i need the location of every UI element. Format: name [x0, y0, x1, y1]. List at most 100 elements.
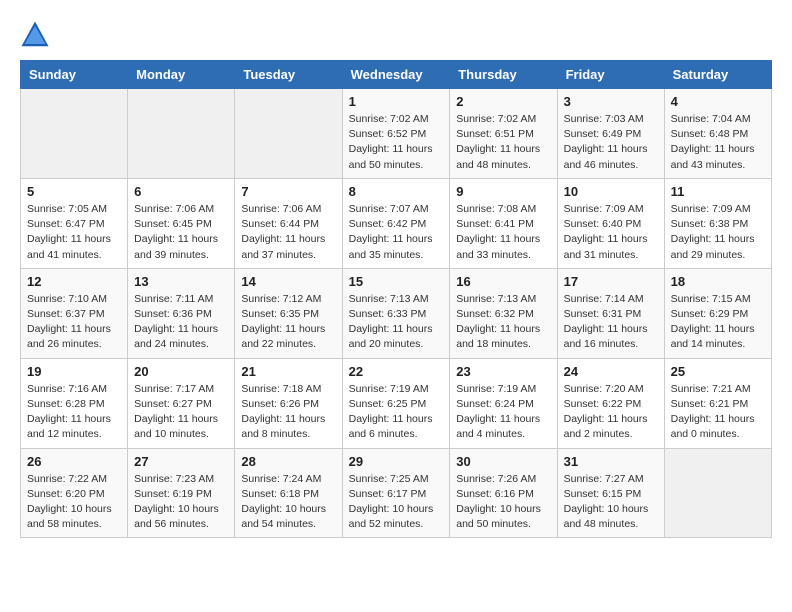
calendar-cell: 7 Sunrise: 7:06 AM Sunset: 6:44 PM Daylig…: [235, 178, 342, 268]
day-info: Sunrise: 7:03 AM Sunset: 6:49 PM Dayligh…: [564, 112, 658, 173]
calendar-cell: 16Sunrise: 7:13 AM Sunset: 6:32 PM Dayli…: [450, 268, 557, 358]
calendar-cell: 30Sunrise: 7:26 AM Sunset: 6:16 PM Dayli…: [450, 448, 557, 538]
calendar-header-row: SundayMondayTuesdayWednesdayThursdayFrid…: [21, 61, 772, 89]
calendar-cell: 12 Sunrise: 7:10 AM Sunset: 6:37 PM Dayli…: [21, 268, 128, 358]
day-info: Sunrise: 7:02 AM Sunset: 6:51 PM Dayligh…: [456, 112, 550, 173]
calendar-cell: 28 Sunrise: 7:24 AM Sunset: 6:18 PM Dayli…: [235, 448, 342, 538]
weekday-header: Wednesday: [342, 61, 450, 89]
day-info: Sunrise: 7:19 AM Sunset: 6:25 PM Dayligh…: [349, 382, 444, 443]
day-number: 14: [241, 274, 335, 289]
calendar-cell: 23 Sunrise: 7:19 AM Sunset: 6:24 PM Dayli…: [450, 358, 557, 448]
calendar-cell: 17 Sunrise: 7:14 AM Sunset: 6:31 PM Dayli…: [557, 268, 664, 358]
calendar-cell: 24 Sunrise: 7:20 AM Sunset: 6:22 PM Dayli…: [557, 358, 664, 448]
day-info: Sunrise: 7:09 AM Sunset: 6:40 PM Dayligh…: [564, 202, 658, 263]
calendar-cell: 31 Sunrise: 7:27 AM Sunset: 6:15 PM Dayli…: [557, 448, 664, 538]
calendar-cell: 10 Sunrise: 7:09 AM Sunset: 6:40 PM Dayli…: [557, 178, 664, 268]
calendar-cell: 6 Sunrise: 7:06 AM Sunset: 6:45 PM Daylig…: [128, 178, 235, 268]
weekday-header: Friday: [557, 61, 664, 89]
calendar-cell: 26 Sunrise: 7:22 AM Sunset: 6:20 PM Dayli…: [21, 448, 128, 538]
weekday-header: Sunday: [21, 61, 128, 89]
day-number: 7: [241, 184, 335, 199]
weekday-header: Tuesday: [235, 61, 342, 89]
day-info: Sunrise: 7:10 AM Sunset: 6:37 PM Dayligh…: [27, 292, 121, 353]
day-number: 4: [671, 94, 765, 109]
day-info: Sunrise: 7:07 AM Sunset: 6:42 PM Dayligh…: [349, 202, 444, 263]
calendar-week-row: 26 Sunrise: 7:22 AM Sunset: 6:20 PM Dayli…: [21, 448, 772, 538]
day-info: Sunrise: 7:15 AM Sunset: 6:29 PM Dayligh…: [671, 292, 765, 353]
day-info: Sunrise: 7:14 AM Sunset: 6:31 PM Dayligh…: [564, 292, 658, 353]
calendar-cell: 13 Sunrise: 7:11 AM Sunset: 6:36 PM Dayli…: [128, 268, 235, 358]
day-info: Sunrise: 7:16 AM Sunset: 6:28 PM Dayligh…: [27, 382, 121, 443]
calendar-cell: 22 Sunrise: 7:19 AM Sunset: 6:25 PM Dayli…: [342, 358, 450, 448]
day-number: 24: [564, 364, 658, 379]
calendar-cell: 4 Sunrise: 7:04 AM Sunset: 6:48 PM Daylig…: [664, 89, 771, 179]
calendar-cell: 8 Sunrise: 7:07 AM Sunset: 6:42 PM Daylig…: [342, 178, 450, 268]
day-number: 22: [349, 364, 444, 379]
day-info: Sunrise: 7:25 AM Sunset: 6:17 PM Dayligh…: [349, 472, 444, 533]
day-info: Sunrise: 7:06 AM Sunset: 6:44 PM Dayligh…: [241, 202, 335, 263]
calendar-cell: 14 Sunrise: 7:12 AM Sunset: 6:35 PM Dayli…: [235, 268, 342, 358]
calendar-cell: [21, 89, 128, 179]
day-number: 26: [27, 454, 121, 469]
calendar-cell: 25 Sunrise: 7:21 AM Sunset: 6:21 PM Dayli…: [664, 358, 771, 448]
day-number: 28: [241, 454, 335, 469]
calendar-week-row: 19Sunrise: 7:16 AM Sunset: 6:28 PM Dayli…: [21, 358, 772, 448]
day-info: Sunrise: 7:13 AM Sunset: 6:33 PM Dayligh…: [349, 292, 444, 353]
day-number: 23: [456, 364, 550, 379]
calendar-cell: 29 Sunrise: 7:25 AM Sunset: 6:17 PM Dayli…: [342, 448, 450, 538]
weekday-header: Saturday: [664, 61, 771, 89]
day-number: 8: [349, 184, 444, 199]
day-info: Sunrise: 7:27 AM Sunset: 6:15 PM Dayligh…: [564, 472, 658, 533]
calendar-cell: 9 Sunrise: 7:08 AM Sunset: 6:41 PM Daylig…: [450, 178, 557, 268]
day-info: Sunrise: 7:26 AM Sunset: 6:16 PM Dayligh…: [456, 472, 550, 533]
day-info: Sunrise: 7:21 AM Sunset: 6:21 PM Dayligh…: [671, 382, 765, 443]
day-info: Sunrise: 7:06 AM Sunset: 6:45 PM Dayligh…: [134, 202, 228, 263]
day-info: Sunrise: 7:02 AM Sunset: 6:52 PM Dayligh…: [349, 112, 444, 173]
calendar-table: SundayMondayTuesdayWednesdayThursdayFrid…: [20, 60, 772, 538]
calendar-cell: [128, 89, 235, 179]
day-info: Sunrise: 7:19 AM Sunset: 6:24 PM Dayligh…: [456, 382, 550, 443]
day-number: 12: [27, 274, 121, 289]
day-number: 17: [564, 274, 658, 289]
day-number: 18: [671, 274, 765, 289]
day-number: 10: [564, 184, 658, 199]
day-number: 9: [456, 184, 550, 199]
day-info: Sunrise: 7:17 AM Sunset: 6:27 PM Dayligh…: [134, 382, 228, 443]
day-number: 27: [134, 454, 228, 469]
logo-icon: [20, 20, 50, 50]
day-number: 15: [349, 274, 444, 289]
calendar-cell: [664, 448, 771, 538]
day-number: 31: [564, 454, 658, 469]
day-number: 2: [456, 94, 550, 109]
day-info: Sunrise: 7:08 AM Sunset: 6:41 PM Dayligh…: [456, 202, 550, 263]
day-number: 13: [134, 274, 228, 289]
calendar-cell: 5Sunrise: 7:05 AM Sunset: 6:47 PM Daylig…: [21, 178, 128, 268]
weekday-header: Monday: [128, 61, 235, 89]
calendar-cell: 1Sunrise: 7:02 AM Sunset: 6:52 PM Daylig…: [342, 89, 450, 179]
day-number: 6: [134, 184, 228, 199]
calendar-cell: 11 Sunrise: 7:09 AM Sunset: 6:38 PM Dayli…: [664, 178, 771, 268]
weekday-header: Thursday: [450, 61, 557, 89]
page-header: [20, 20, 772, 50]
day-number: 29: [349, 454, 444, 469]
calendar-cell: 20 Sunrise: 7:17 AM Sunset: 6:27 PM Dayli…: [128, 358, 235, 448]
logo: [20, 20, 54, 50]
day-info: Sunrise: 7:18 AM Sunset: 6:26 PM Dayligh…: [241, 382, 335, 443]
day-number: 11: [671, 184, 765, 199]
calendar-cell: 18 Sunrise: 7:15 AM Sunset: 6:29 PM Dayli…: [664, 268, 771, 358]
day-number: 25: [671, 364, 765, 379]
day-info: Sunrise: 7:04 AM Sunset: 6:48 PM Dayligh…: [671, 112, 765, 173]
day-info: Sunrise: 7:09 AM Sunset: 6:38 PM Dayligh…: [671, 202, 765, 263]
day-number: 20: [134, 364, 228, 379]
day-info: Sunrise: 7:22 AM Sunset: 6:20 PM Dayligh…: [27, 472, 121, 533]
day-number: 3: [564, 94, 658, 109]
day-info: Sunrise: 7:24 AM Sunset: 6:18 PM Dayligh…: [241, 472, 335, 533]
calendar-cell: 19Sunrise: 7:16 AM Sunset: 6:28 PM Dayli…: [21, 358, 128, 448]
day-info: Sunrise: 7:12 AM Sunset: 6:35 PM Dayligh…: [241, 292, 335, 353]
calendar-week-row: 1Sunrise: 7:02 AM Sunset: 6:52 PM Daylig…: [21, 89, 772, 179]
day-info: Sunrise: 7:23 AM Sunset: 6:19 PM Dayligh…: [134, 472, 228, 533]
day-number: 21: [241, 364, 335, 379]
day-info: Sunrise: 7:20 AM Sunset: 6:22 PM Dayligh…: [564, 382, 658, 443]
day-info: Sunrise: 7:13 AM Sunset: 6:32 PM Dayligh…: [456, 292, 550, 353]
day-info: Sunrise: 7:11 AM Sunset: 6:36 PM Dayligh…: [134, 292, 228, 353]
